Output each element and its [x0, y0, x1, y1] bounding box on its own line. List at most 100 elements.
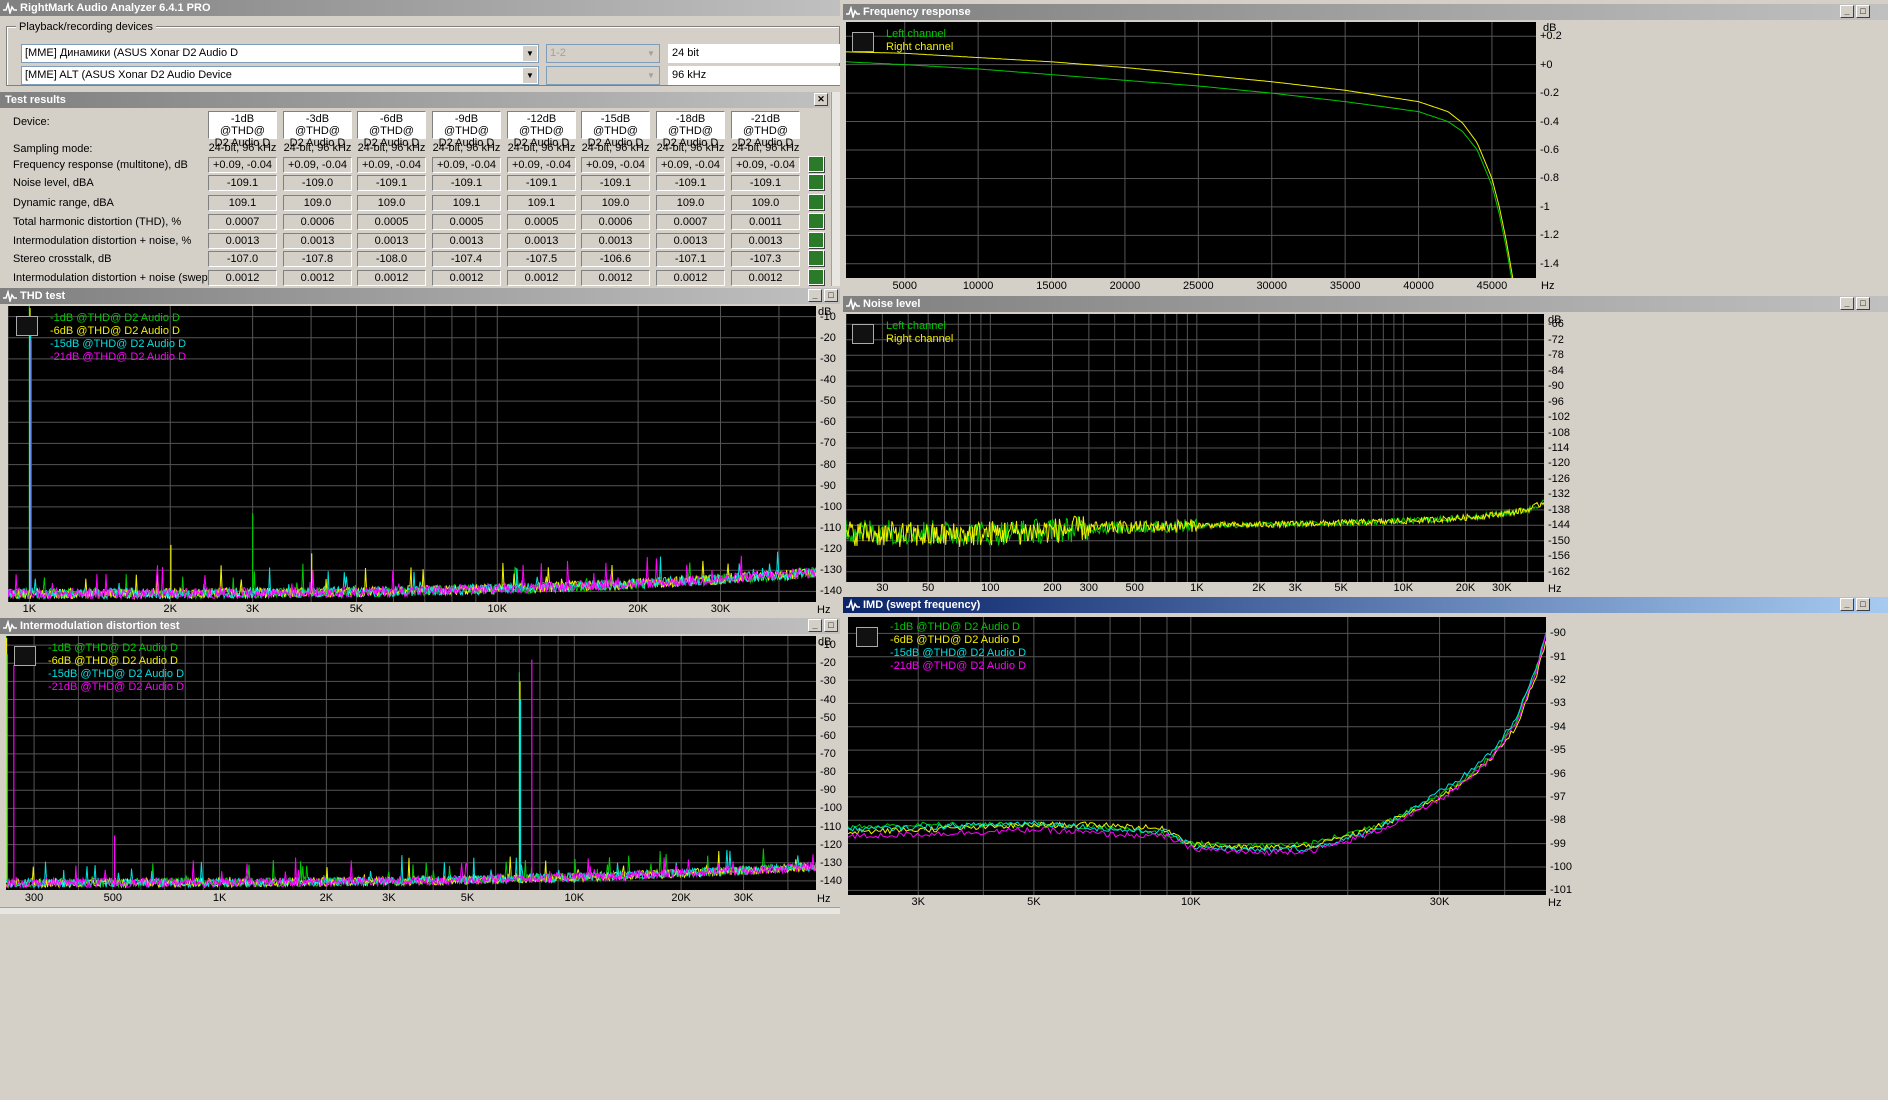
graph-settings-icon[interactable] — [856, 627, 878, 647]
graph-settings-icon[interactable] — [14, 646, 36, 666]
graph-button[interactable] — [808, 269, 824, 285]
minimize-button[interactable]: _ — [1840, 297, 1854, 310]
legend-item: -15dB @THD@ D2 Audio D — [48, 668, 185, 680]
minimize-button[interactable]: _ — [1840, 5, 1854, 18]
result-cell: 0.0005 — [432, 214, 501, 230]
imd-test-y-unit: dB — [818, 636, 832, 648]
imd-test-y-axis: -10 -20 -30 -40 -50 -60 -70 -80 -90 -100 -110 -120-… — [818, 636, 843, 890]
graph-button[interactable] — [808, 194, 824, 210]
chevron-down-icon[interactable]: ▼ — [523, 46, 537, 61]
sample-rate-field[interactable]: 96 kHz — [668, 66, 840, 85]
chevron-down-icon[interactable]: ▼ — [644, 68, 658, 83]
x-tick-label: 20K — [628, 603, 648, 615]
maximize-button[interactable]: □ — [1856, 297, 1870, 310]
legend-item: -21dB @THD@ D2 Audio D — [50, 351, 187, 363]
recording-device-select[interactable]: [MME] ALT (ASUS Xonar D2 Audio Device ▼ — [21, 66, 539, 85]
device-column-line1: -12dB @THD@ — [519, 113, 564, 137]
result-cell: 0.0012 — [283, 270, 352, 286]
result-row-label: Dynamic range, dBA — [13, 197, 114, 209]
maximize-button[interactable]: □ — [1856, 598, 1870, 611]
x-tick-label: 200 — [1043, 582, 1062, 594]
y-tick-label: -120 — [820, 838, 843, 851]
legend-item: -15dB @THD@ D2 Audio D — [50, 338, 187, 350]
chevron-down-icon[interactable]: ▼ — [523, 68, 537, 83]
result-cell: 0.0006 — [581, 214, 650, 230]
thd-title-bar: THD test _ □ — [0, 288, 840, 304]
playback-device-select[interactable]: [MME] Динамики (ASUS Xonar D2 Audio D ▼ — [21, 44, 539, 63]
bit-depth-field[interactable]: 24 bit — [668, 44, 840, 63]
noise-title-bar: Noise level _ □ — [843, 296, 1888, 312]
graph-button[interactable] — [808, 156, 824, 172]
sampling-mode-value: 24-bit, 96 kHz — [357, 142, 426, 154]
chevron-down-icon[interactable]: ▼ — [644, 46, 658, 61]
imd-test-title-bar: Intermodulation distortion test _ □ — [0, 618, 840, 634]
maximize-button[interactable]: □ — [1856, 5, 1870, 18]
x-tick-label: 30K — [1492, 582, 1512, 594]
x-tick-label: 30K — [710, 603, 731, 615]
minimize-button[interactable]: _ — [1840, 598, 1854, 611]
devices-group-label: Playback/recording devices — [16, 21, 156, 33]
result-cell: 109.1 — [208, 195, 277, 211]
fr-y-axis: +0.2 +0 -0.2 -0.4 -0.6 -0.8 -1 -1.2 -1.4 — [1538, 22, 1568, 278]
thd-x-axis: 1K 2K 3K 5K 10K 20K 30K — [8, 603, 816, 617]
playback-channels-select[interactable]: 1-2 ▼ — [546, 44, 660, 63]
horizontal-scrollbar[interactable] — [0, 907, 840, 914]
result-cell: +0.09, -0.04 — [283, 157, 352, 173]
legend-item: Left channel — [886, 28, 946, 40]
graph-button[interactable] — [808, 174, 824, 190]
device-column-header[interactable]: -3dB @THD@ D2 Audio D — [283, 111, 352, 149]
x-tick-label: 3K — [382, 892, 396, 904]
result-cell: 0.0012 — [208, 270, 277, 286]
imd-swept-legend: -1dB @THD@ D2 Audio D -6dB @THD@ D2 Audi… — [890, 621, 1026, 673]
results-scrollbar[interactable] — [831, 92, 840, 286]
result-cell: 0.0012 — [656, 270, 725, 286]
graph-button[interactable] — [808, 232, 824, 248]
device-column-header[interactable]: -12dB @THD@ D2 Audio D — [507, 111, 576, 149]
window-logo-icon — [846, 6, 860, 18]
recording-channels-select[interactable]: ▼ — [546, 66, 660, 85]
fr-title: Frequency response — [863, 6, 971, 18]
graph-settings-icon[interactable] — [852, 32, 874, 52]
x-tick-label: 30K — [1429, 896, 1450, 908]
x-tick-label: 10K — [1181, 896, 1201, 908]
y-tick-label: -120 — [820, 543, 843, 556]
result-cell: -107.3 — [731, 251, 800, 267]
y-tick-label: -130 — [820, 564, 843, 577]
device-column-header[interactable]: -9dB @THD@ D2 Audio D — [432, 111, 501, 149]
x-tick-label: 5K — [1334, 582, 1348, 594]
y-tick-label: -90 — [1550, 627, 1566, 640]
y-tick-label: -94 — [1550, 720, 1566, 733]
x-tick-label: 30 — [876, 582, 889, 594]
result-cell: 0.0006 — [283, 214, 352, 230]
imd-swept-y-axis: -90 -91 -92 -93 -94 -95 -96 -97 -98 -99 -100 -101 — [1548, 617, 1574, 896]
device-column-header[interactable]: -15dB @THD@ D2 Audio D — [581, 111, 650, 149]
graph-button[interactable] — [808, 250, 824, 266]
y-tick-label: -97 — [1550, 790, 1566, 803]
graph-settings-icon[interactable] — [16, 316, 38, 336]
result-cell: -109.1 — [432, 175, 501, 191]
y-tick-label: -1.2 — [1540, 229, 1559, 242]
device-column-header[interactable]: -18dB @THD@ D2 Audio D — [656, 111, 725, 149]
result-cell: +0.09, -0.04 — [731, 157, 800, 173]
app-logo-icon — [3, 2, 17, 14]
fr-title-bar: Frequency response _ □ — [843, 4, 1888, 20]
device-column-header[interactable]: -21dB @THD@ D2 Audio D — [731, 111, 800, 149]
minimize-button[interactable]: _ — [808, 619, 822, 632]
device-column-header[interactable]: -6dB @THD@ D2 Audio D — [357, 111, 426, 149]
graph-settings-icon[interactable] — [852, 324, 874, 344]
close-button[interactable]: ✕ — [814, 93, 828, 106]
y-tick-label: -91 — [1550, 650, 1566, 663]
x-tick-label: 5K — [460, 892, 475, 904]
result-cell: 0.0012 — [357, 270, 426, 286]
graph-button[interactable] — [808, 213, 824, 229]
maximize-button[interactable]: □ — [824, 619, 838, 632]
maximize-button[interactable]: □ — [824, 289, 838, 302]
y-tick-label: -80 — [820, 458, 836, 471]
minimize-button[interactable]: _ — [808, 289, 822, 302]
y-tick-label: -130 — [820, 856, 843, 869]
result-row-label: Frequency response (multitone), dB — [13, 159, 188, 171]
device-column-header[interactable]: -1dB @THD@ D2 Audio D — [208, 111, 277, 149]
legend-item: -1dB @THD@ D2 Audio D — [890, 621, 1020, 633]
playback-channels-value: 1-2 — [550, 47, 566, 59]
y-tick-label: -92 — [1550, 674, 1566, 687]
